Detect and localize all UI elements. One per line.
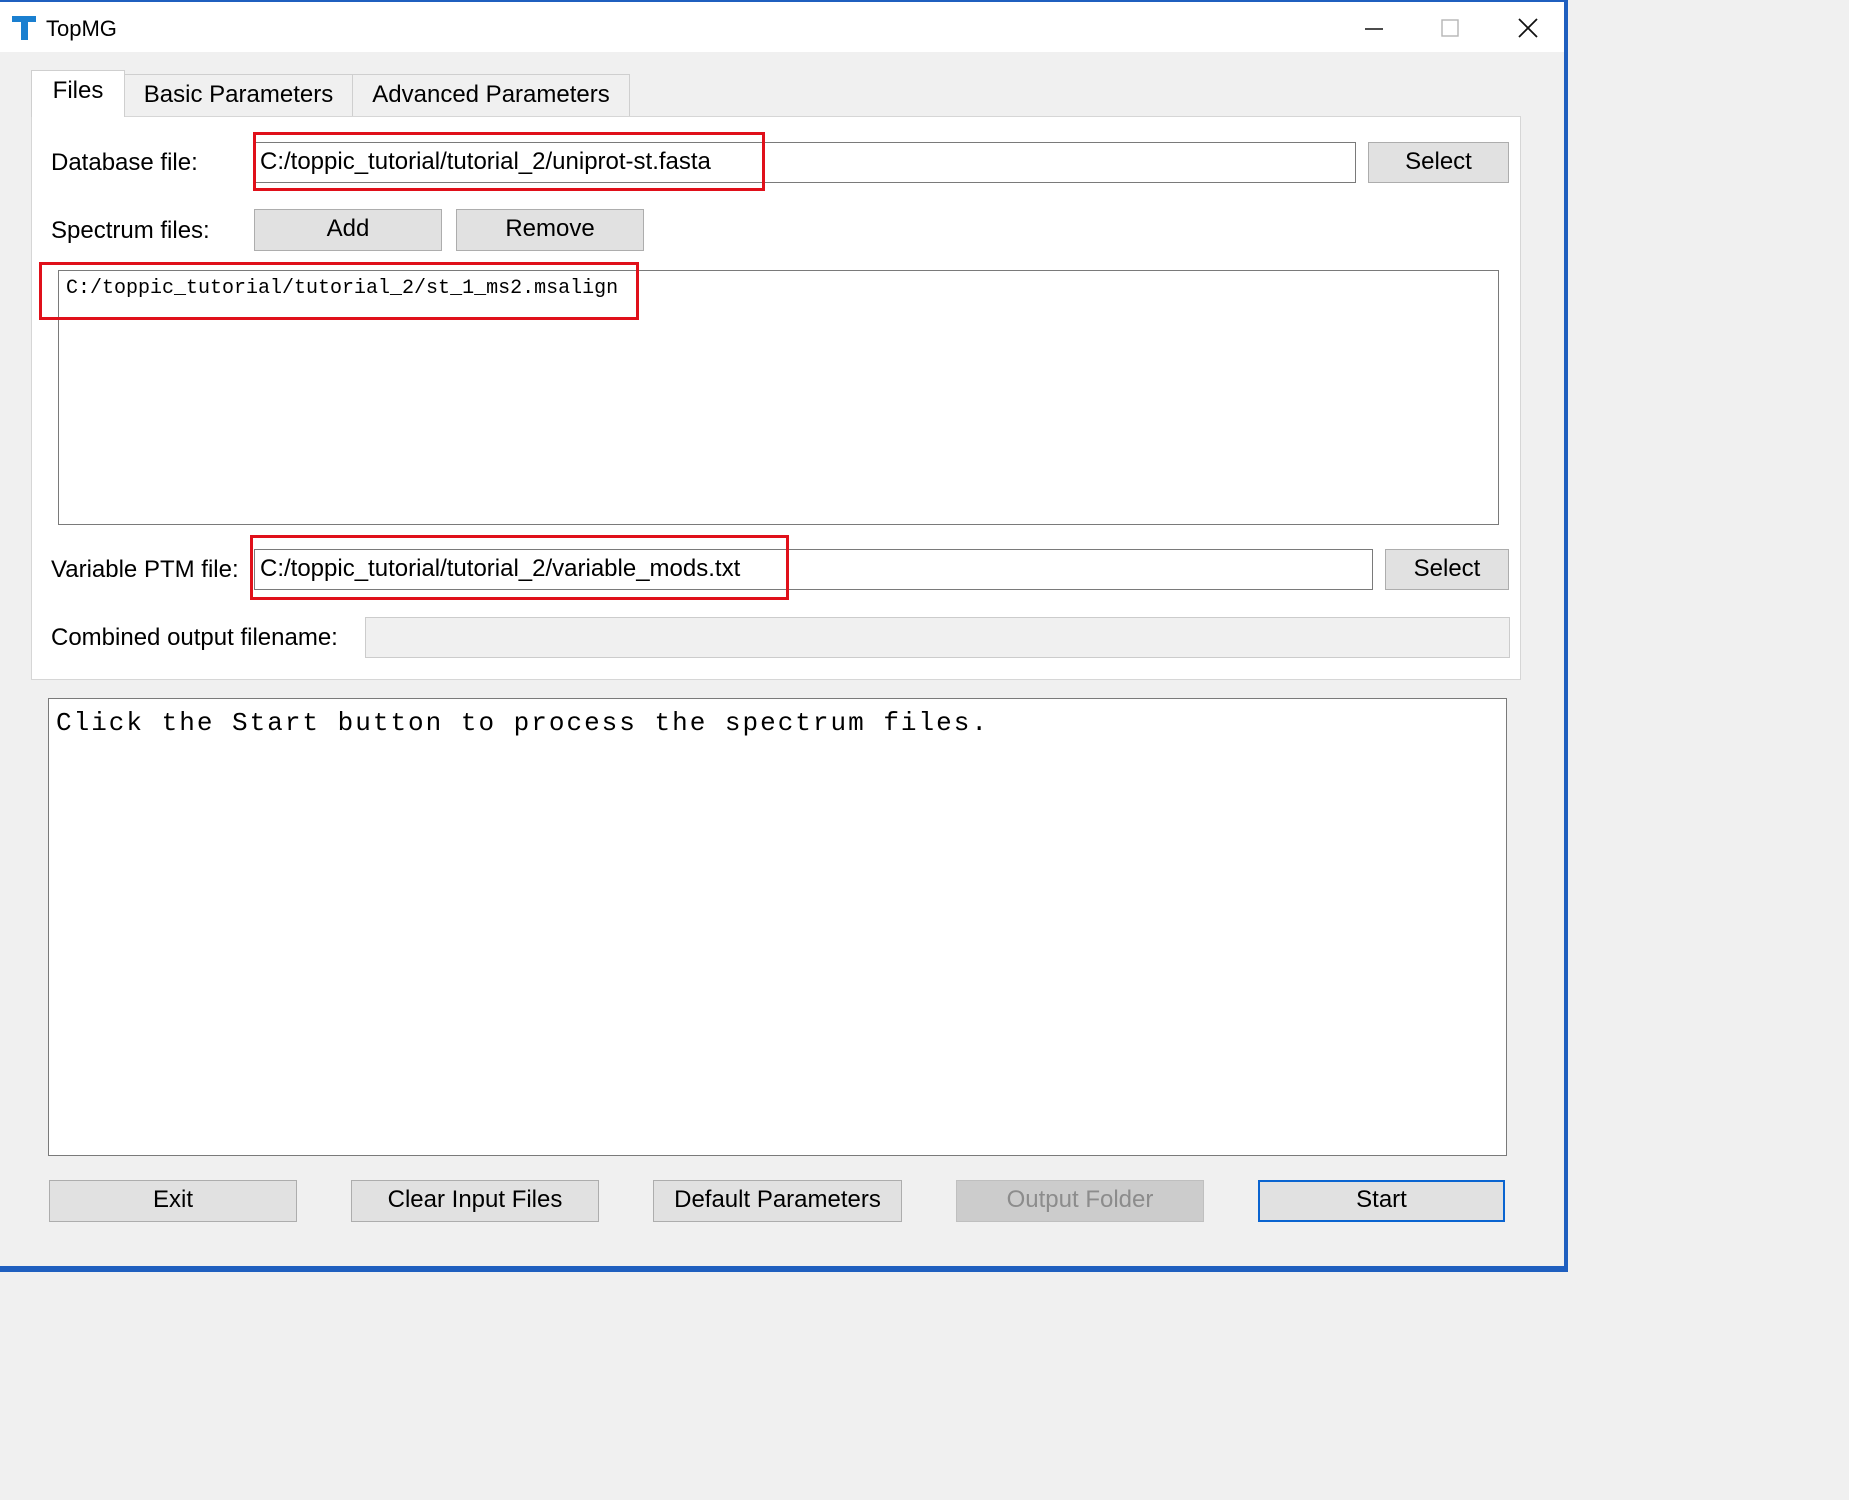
title-bar: TopMG <box>0 0 1568 52</box>
add-spectrum-button[interactable]: Add <box>254 209 442 251</box>
exit-button[interactable]: Exit <box>49 1180 297 1222</box>
close-icon <box>1518 18 1538 38</box>
window-title: TopMG <box>46 16 117 41</box>
window-border-bottom <box>0 1266 1568 1272</box>
database-select-button[interactable]: Select <box>1368 142 1509 183</box>
output-folder-button: Output Folder <box>956 1180 1204 1222</box>
window-border-right <box>1564 0 1568 1272</box>
default-parameters-button[interactable]: Default Parameters <box>653 1180 902 1222</box>
maximize-icon <box>1441 19 1459 37</box>
tab-files[interactable]: Files <box>31 70 125 117</box>
spectrum-files-label: Spectrum files: <box>51 217 210 244</box>
database-file-input[interactable]: C:/toppic_tutorial/tutorial_2/uniprot-st… <box>254 142 1356 183</box>
combined-output-label: Combined output filename: <box>51 624 338 651</box>
combined-output-input <box>365 617 1510 658</box>
start-button[interactable]: Start <box>1258 1180 1505 1222</box>
ptm-select-button[interactable]: Select <box>1385 549 1509 590</box>
spectrum-files-list[interactable]: C:/toppic_tutorial/tutorial_2/st_1_ms2.m… <box>58 270 1499 525</box>
list-item[interactable]: C:/toppic_tutorial/tutorial_2/st_1_ms2.m… <box>59 271 1498 300</box>
variable-ptm-label: Variable PTM file: <box>51 556 239 583</box>
close-button[interactable] <box>1490 2 1566 54</box>
database-file-label: Database file: <box>51 149 198 176</box>
variable-ptm-input[interactable]: C:/toppic_tutorial/tutorial_2/variable_m… <box>254 549 1373 590</box>
remove-spectrum-button[interactable]: Remove <box>456 209 644 251</box>
clear-input-files-button[interactable]: Clear Input Files <box>351 1180 599 1222</box>
minimize-icon <box>1365 28 1383 30</box>
log-output[interactable]: Click the Start button to process the sp… <box>48 698 1507 1156</box>
minimize-button[interactable] <box>1336 2 1412 54</box>
maximize-button[interactable] <box>1412 2 1488 54</box>
tab-advanced-parameters[interactable]: Advanced Parameters <box>352 74 630 116</box>
app-logo-icon <box>10 12 38 44</box>
tab-basic-parameters[interactable]: Basic Parameters <box>124 74 353 116</box>
